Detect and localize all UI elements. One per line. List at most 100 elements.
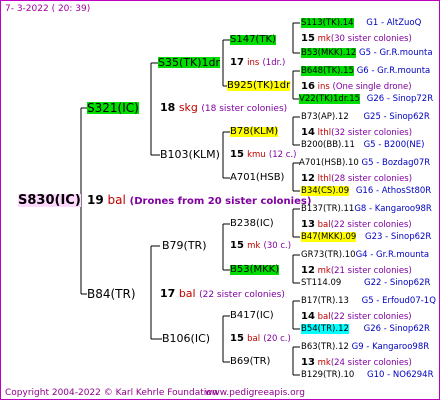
g4-mating-8: 13 mk(24 sister colonies) bbox=[301, 358, 412, 368]
g4-mating-5-note: (22 sister colonies) bbox=[330, 220, 412, 230]
g4-mating-2-note: (One single drone) bbox=[332, 82, 412, 92]
g4-row-13-name: B17(TR).13 bbox=[301, 296, 349, 306]
g4-row-11-name: GR73(TR).10 bbox=[301, 250, 356, 260]
root-mating-info: 19 bal (Drones from 20 sister colonies) bbox=[87, 194, 311, 207]
g4-row-11-origin: G4 - Gr.R.mounta bbox=[355, 250, 430, 260]
g4-row-15-origin: G9 - Kangaroo98R bbox=[351, 342, 430, 352]
g4-mating-2: 16 ins (One single drone) bbox=[301, 82, 412, 92]
g3-item-7-name: B417(IC) bbox=[230, 310, 274, 321]
g3-item-3-name: B78(KLM) bbox=[230, 126, 279, 137]
g4-row-12-origin: G22 - Sinop62R bbox=[364, 278, 431, 288]
g4-mating-8-num: 13 bbox=[301, 357, 315, 368]
g4-row-8-name: B34(CS).09 bbox=[301, 186, 350, 196]
g4-row-7: A701(HSB).10 G5 - Bozdag07R bbox=[299, 159, 430, 168]
g4-mating-1-code: mk bbox=[317, 34, 331, 44]
g4-mating-3-code: lthl bbox=[317, 128, 332, 138]
g4-mating-5: 13 bal(22 sister colonies) bbox=[301, 220, 412, 230]
g2-item-1-num: 17 bbox=[230, 57, 244, 68]
g4-row-9: B137(TR).11G8 - Kangaroo98R bbox=[301, 205, 432, 214]
g4-row-8-origin: G16 - AthosSt80R bbox=[355, 186, 432, 196]
g4-row-3-origin: G6 - Gr.R.mounta bbox=[356, 66, 431, 76]
g4-mating-7-note: (22 sister colonies) bbox=[330, 312, 412, 322]
g4-row-1-origin: G1 - AltZuoQ bbox=[366, 18, 422, 28]
g2-item-3-note: (30 c.) bbox=[263, 241, 292, 251]
g4-row-7-origin: G5 - Bozdag07R bbox=[361, 158, 431, 168]
g4-row-10: B47(MKK).09 G23 - Sinop62R bbox=[301, 232, 432, 242]
g3-item-8-name: B69(TR) bbox=[230, 356, 271, 367]
g1-dam-mating-note: (22 sister colonies) bbox=[199, 290, 285, 300]
g4-row-15: B63(TR).12 G9 - Kangaroo98R bbox=[301, 343, 429, 352]
g3-item-5-name: B238(IC) bbox=[230, 218, 274, 229]
g4-mating-2-code: ins bbox=[317, 82, 330, 92]
g4-mating-3: 14 lthl(32 sister colonies) bbox=[301, 128, 412, 138]
g2-item-4-num: 15 bbox=[230, 333, 244, 344]
g4-row-14-origin: G26 - Sinop62R bbox=[363, 324, 430, 334]
g1-sire-name: S321(IC) bbox=[87, 101, 139, 115]
root-mating-num: 19 bbox=[87, 193, 104, 207]
g4-row-12-name: ST114.09 bbox=[301, 278, 342, 288]
g4-mating-7: 14 bal(22 sister colonies) bbox=[301, 312, 412, 322]
g1-dam-mating-num: 17 bbox=[160, 287, 176, 300]
g4-mating-1: 15 mk(30 sister colonies) bbox=[301, 34, 412, 44]
root-drone-note: (Drones from 20 sister colonies) bbox=[129, 196, 312, 207]
g1-sire-mating-note: (18 sister colonies) bbox=[201, 104, 288, 114]
g2-item-1-mating: 17 ins (1dr.) bbox=[230, 58, 285, 68]
g3-item-6-name: B53(MKK) bbox=[230, 264, 280, 275]
g4-mating-4-code: lthl bbox=[317, 174, 332, 184]
g1-sire-mating: 18 skg (18 sister colonies) bbox=[160, 102, 287, 114]
g4-mating-4: 12 lthl(28 sister colonies) bbox=[301, 174, 412, 184]
g4-row-15-name: B63(TR).12 bbox=[301, 342, 349, 352]
g4-mating-3-num: 14 bbox=[301, 127, 315, 138]
g2-item-2-note: (12 c.) bbox=[268, 150, 297, 160]
g4-row-10-name: B47(MKK).09 bbox=[301, 232, 357, 242]
g4-row-1: S113(TK).14 G1 - AltZuoQ bbox=[301, 18, 422, 28]
g2-item-4-mating: 15 bal (20 c.) bbox=[230, 334, 291, 344]
g4-row-2: B53(MKK).12 G5 - Gr.R.mounta bbox=[301, 48, 433, 58]
g4-row-13: B17(TR).13 G5 - Erfoud07-1Q bbox=[301, 297, 436, 306]
g2-item-4-name: B106(IC) bbox=[162, 332, 211, 345]
site-link[interactable]: www.pedigreeapis.org bbox=[205, 389, 305, 398]
g4-mating-6-code: mk bbox=[317, 266, 331, 276]
g4-row-14: B54(TR).12 G26 - Sinop62R bbox=[301, 324, 430, 334]
g2-item-2-code: kmu bbox=[247, 150, 266, 160]
g4-row-11: GR73(TR).10G4 - Gr.R.mounta bbox=[301, 251, 429, 260]
g4-row-10-origin: G23 - Sinop62R bbox=[364, 232, 432, 242]
date-stamp: 7- 3-2022 ( 20: 39) bbox=[5, 4, 91, 14]
g2-item-3-code: mk bbox=[247, 241, 261, 251]
g4-row-12: ST114.09 G22 - Sinop62R bbox=[301, 279, 430, 288]
g4-mating-7-num: 14 bbox=[301, 311, 315, 322]
g4-mating-8-code: mk bbox=[317, 358, 331, 368]
g1-dam-mating: 17 bal (22 sister colonies) bbox=[160, 288, 285, 300]
g4-row-9-origin: G8 - Kangaroo98R bbox=[354, 204, 432, 214]
g1-dam-mating-code: bal bbox=[178, 287, 196, 300]
g4-mating-3-note: (32 sister colonies) bbox=[331, 128, 413, 138]
g4-mating-1-note: (30 sister colonies) bbox=[330, 34, 412, 44]
g4-row-5-name: B73(AP).12 bbox=[301, 112, 349, 122]
g4-mating-4-note: (28 sister colonies) bbox=[331, 174, 413, 184]
g4-mating-4-num: 12 bbox=[301, 173, 315, 184]
g4-row-6: B200(BB).11 G5 - B200(NE) bbox=[301, 141, 424, 150]
g4-mating-6-num: 12 bbox=[301, 265, 315, 276]
g4-row-7-name: A701(HSB).10 bbox=[299, 158, 359, 168]
g4-row-4: V22(TK)1dr.15 G26 - Sinop72R bbox=[299, 94, 434, 104]
g4-row-5: B73(AP).12 G25 - Sinop62R bbox=[301, 113, 430, 122]
g2-item-3-mating: 15 mk (30 c.) bbox=[230, 241, 291, 251]
g4-row-2-name: B53(MKK).12 bbox=[301, 48, 357, 58]
g4-mating-2-num: 16 bbox=[301, 81, 315, 92]
g4-mating-6-note: (21 sister colonies) bbox=[330, 266, 412, 276]
g4-row-3: B648(TK).15 G6 - Gr.R.mounta bbox=[301, 66, 431, 76]
g4-mating-5-num: 13 bbox=[301, 219, 315, 230]
g4-row-6-name: B200(BB).11 bbox=[301, 140, 355, 150]
g4-row-16-name: B129(TR).10 bbox=[301, 370, 355, 380]
g4-row-16: B129(TR).10 G10 - NO6294R bbox=[301, 371, 433, 380]
g4-mating-6: 12 mk(21 sister colonies) bbox=[301, 266, 412, 276]
g2-item-1-code: ins bbox=[247, 58, 260, 68]
pedigree-frame: 7- 3-2022 ( 20: 39) S830(IC) 19 bal (Dro… bbox=[0, 0, 440, 400]
g4-row-14-name: B54(TR).12 bbox=[301, 324, 349, 334]
g4-row-4-origin: G26 - Sinop72R bbox=[366, 94, 434, 104]
g2-item-3-name: B79(TR) bbox=[162, 239, 207, 252]
g2-item-4-code: bal bbox=[247, 334, 261, 344]
g4-row-8: B34(CS).09 G16 - AthosSt80R bbox=[301, 186, 432, 196]
g2-item-1-note: (1dr.) bbox=[262, 58, 286, 68]
g3-item-4-name: A701(HSB) bbox=[230, 172, 285, 183]
